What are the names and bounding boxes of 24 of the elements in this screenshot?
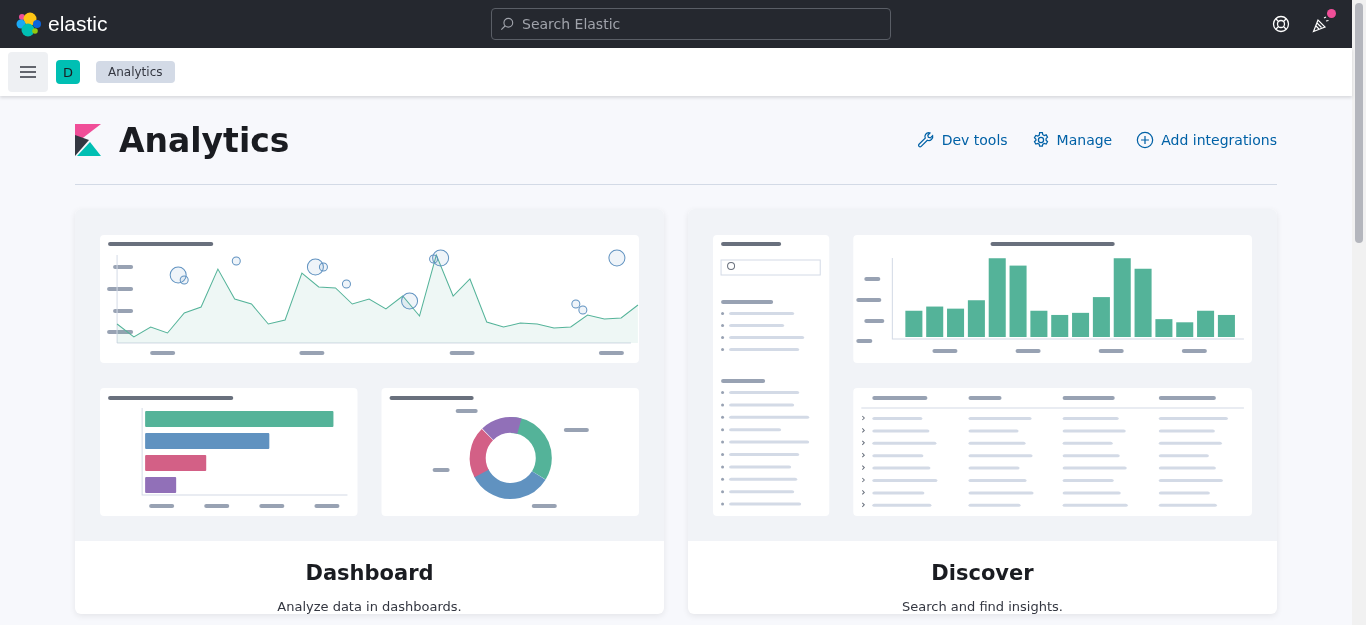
wrench-icon bbox=[916, 131, 935, 149]
space-avatar[interactable]: D bbox=[56, 60, 80, 84]
logo-icon bbox=[16, 11, 42, 37]
scrollbar[interactable] bbox=[1352, 0, 1366, 625]
settings-icon bbox=[1031, 131, 1050, 149]
app-card[interactable]: Dashboard Analyze data in dashboards. bbox=[75, 209, 664, 614]
kibana-logo-icon bbox=[75, 124, 101, 156]
logo-text: elastic bbox=[48, 12, 108, 36]
card-title: Discover bbox=[931, 561, 1034, 585]
card-description: Search and find insights. bbox=[902, 599, 1063, 614]
search-field[interactable]: Search Elastic bbox=[491, 8, 891, 40]
menu-button[interactable] bbox=[8, 52, 48, 92]
header-link[interactable]: Manage bbox=[1031, 131, 1113, 149]
page-title: Analytics bbox=[119, 120, 290, 160]
party-cone-icon bbox=[1312, 15, 1330, 33]
plus-circle-icon bbox=[1136, 131, 1155, 149]
header-link[interactable]: Dev tools bbox=[916, 131, 1008, 149]
card-title: Dashboard bbox=[305, 561, 434, 585]
app-card[interactable]: Discover Search and find insights. bbox=[688, 209, 1277, 614]
breadcrumb[interactable]: Analytics bbox=[96, 61, 175, 83]
menu-icon bbox=[20, 66, 36, 78]
card-description: Analyze data in dashboards. bbox=[277, 599, 462, 614]
header-link[interactable]: Add integrations bbox=[1136, 131, 1277, 149]
lifebuoy-icon bbox=[1272, 15, 1290, 33]
